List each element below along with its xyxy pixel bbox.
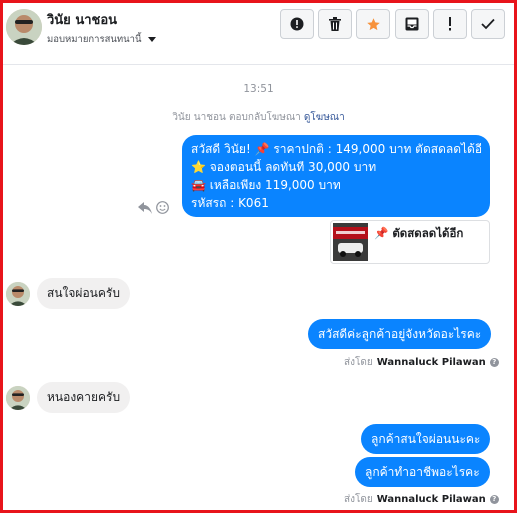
- contact-avatar: [6, 386, 30, 410]
- message-line: ⭐ จองตอนนี้ ลดทันที 30,000 บาท: [191, 160, 377, 174]
- help-icon[interactable]: ?: [489, 358, 499, 367]
- message-line: รหัสรถ : K061: [191, 196, 269, 210]
- mark-spam-button[interactable]: [280, 9, 314, 39]
- sent-by-label: ส่งโดย: [344, 357, 373, 368]
- contact-avatar: [6, 282, 30, 306]
- help-icon[interactable]: ?: [489, 495, 499, 504]
- incoming-message[interactable]: หนองคายครับ: [37, 382, 131, 413]
- caret-down-icon: [147, 37, 156, 42]
- check-icon: [481, 18, 495, 30]
- assign-conversation-dropdown[interactable]: มอบหมายการสนทนานี้: [47, 32, 156, 47]
- incoming-message[interactable]: สนใจผ่อนครับ: [37, 278, 130, 309]
- contact-name[interactable]: วินัย นาชอน: [47, 9, 117, 30]
- ad-thumbnail-image: [333, 223, 368, 261]
- ad-reply-text: วินัย นาชอน ตอบกลับโฆษณา: [172, 112, 301, 123]
- mark-done-button[interactable]: [471, 9, 505, 39]
- message-timestamp: 13:51: [243, 83, 274, 95]
- sent-by-note: ส่งโดย Wannaluck Pilawan ?: [344, 492, 499, 507]
- trash-icon: [329, 17, 341, 31]
- message-actions: [138, 199, 169, 218]
- message-line: สวัสดี วินัย! 📌 ราคาปกติ : 149,000 บาท ต…: [191, 142, 481, 156]
- star-icon: [366, 17, 381, 32]
- emoji-reaction-icon[interactable]: [156, 199, 169, 218]
- outgoing-message[interactable]: สวัสดีค่ะลูกค้าอยู่จังหวัดอะไรคะ: [308, 319, 492, 349]
- ad-link-title: 📌 ตัดสดลดได้อีก: [374, 226, 464, 240]
- mark-unread-button[interactable]: [433, 9, 467, 39]
- outgoing-message[interactable]: ลูกค้าสนใจผ่อนนะคะ: [361, 424, 491, 454]
- contact-avatar[interactable]: [6, 9, 42, 45]
- delete-button[interactable]: [318, 9, 352, 39]
- sent-by-name[interactable]: Wannaluck Pilawan: [377, 494, 486, 505]
- assign-label: มอบหมายการสนทนานี้: [47, 34, 142, 45]
- ad-link-preview[interactable]: 📌 ตัดสดลดได้อีก: [330, 220, 490, 264]
- exclamation-circle-icon: [290, 17, 304, 31]
- conversation-panel: วินัย นาชอน มอบหมายการสนทนานี้ 13:51 วิน…: [0, 0, 517, 513]
- outgoing-message[interactable]: ลูกค้าทำอาชีพอะไรคะ: [355, 457, 490, 487]
- archive-button[interactable]: [395, 9, 429, 39]
- conversation-header: วินัย นาชอน มอบหมายการสนทนานี้: [3, 3, 514, 65]
- ad-reply-note: วินัย นาชอน ตอบกลับโฆษณา ดูโฆษณา: [3, 110, 514, 125]
- sent-by-note: ส่งโดย Wannaluck Pilawan ?: [344, 355, 499, 370]
- reply-icon[interactable]: [138, 199, 152, 218]
- archive-icon: [405, 17, 419, 31]
- outgoing-message[interactable]: สวัสดี วินัย! 📌 ราคาปกติ : 149,000 บาท ต…: [182, 135, 490, 217]
- exclamation-icon: [448, 17, 452, 31]
- message-line: 🚘 เหลือเพียง 119,000 บาท: [191, 178, 341, 192]
- star-button[interactable]: [356, 9, 390, 39]
- sent-by-label: ส่งโดย: [344, 494, 373, 505]
- view-ad-link[interactable]: ดูโฆษณา: [304, 112, 345, 123]
- sent-by-name[interactable]: Wannaluck Pilawan: [377, 357, 486, 368]
